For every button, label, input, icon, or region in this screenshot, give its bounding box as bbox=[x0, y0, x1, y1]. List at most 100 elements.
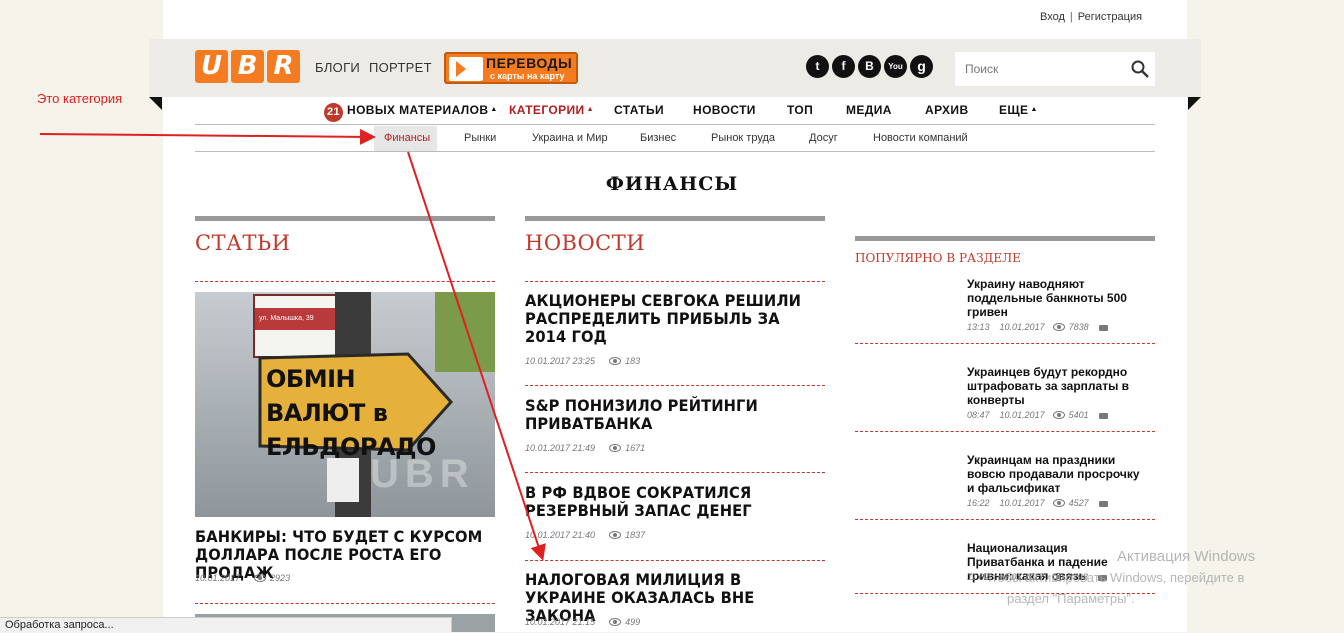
popular-heading: ПОПУЛЯРНО В РАЗДЕЛЕ bbox=[855, 251, 1021, 265]
eye-icon bbox=[609, 444, 622, 452]
login-link[interactable]: Вход bbox=[1040, 11, 1065, 23]
news-title[interactable]: АКЦИОНЕРЫ СЕВГОКА РЕШИЛИ РАСПРЕДЕЛИТЬ ПР… bbox=[525, 292, 815, 346]
search-input[interactable] bbox=[955, 52, 1135, 86]
comment-icon bbox=[1098, 325, 1108, 331]
eye-icon bbox=[1052, 323, 1065, 331]
nav-top[interactable]: ТОП bbox=[787, 103, 813, 117]
eye-icon bbox=[1052, 411, 1065, 419]
popular-views: 4527 bbox=[1068, 498, 1089, 508]
news-views: 1671 bbox=[625, 443, 646, 453]
watermark-line: Активация Windows bbox=[1117, 548, 1256, 565]
twitter-icon[interactable]: t bbox=[806, 55, 829, 78]
subnav-item-ukraine-world[interactable]: Украина и Мир bbox=[532, 132, 608, 144]
caret-up-icon: ▲ bbox=[586, 106, 594, 113]
nav-archive[interactable]: АРХИВ bbox=[925, 103, 969, 117]
news-views: 183 bbox=[625, 356, 641, 366]
image-plate bbox=[327, 458, 359, 502]
nav-new-label: НОВЫХ МАТЕРИАЛОВ bbox=[347, 103, 489, 117]
watermark-line: Чтобы активировать Windows, перейдите в bbox=[983, 570, 1245, 585]
nav-label: КАТЕГОРИИ bbox=[509, 103, 585, 117]
search-box bbox=[955, 52, 1155, 86]
article-meta: 10.01.2017 2923 bbox=[195, 573, 290, 583]
divider bbox=[195, 281, 495, 282]
windows-activation-watermark: Активация Windows Чтобы активировать Win… bbox=[983, 546, 1256, 609]
eye-icon bbox=[254, 574, 267, 582]
nav-label: ЕЩЕ bbox=[999, 103, 1029, 117]
popular-top-bar bbox=[855, 236, 1155, 241]
subnav-item-leisure[interactable]: Досуг bbox=[809, 132, 838, 144]
facebook-icon[interactable]: f bbox=[832, 55, 855, 78]
annotation-label: Это категория bbox=[37, 91, 123, 106]
nav-news[interactable]: НОВОСТИ bbox=[693, 103, 756, 117]
image-watermark: UBR bbox=[370, 452, 475, 496]
subnav-divider bbox=[195, 151, 1155, 152]
divider bbox=[525, 281, 825, 282]
browser-status-bar: Обработка запроса... bbox=[0, 617, 452, 632]
subnav-item-business[interactable]: Бизнес bbox=[640, 132, 676, 144]
articles-top-bar bbox=[195, 216, 495, 221]
divider bbox=[195, 603, 495, 604]
subnav-item-labor-market[interactable]: Рынок труда bbox=[711, 132, 775, 144]
vkontakte-icon[interactable]: B bbox=[858, 55, 881, 78]
divider bbox=[525, 560, 825, 561]
news-meta: 10.01.2017 23:25 183 bbox=[525, 356, 640, 366]
promo-title: ПЕРЕВОДЫ bbox=[486, 55, 573, 71]
article-views: 2923 bbox=[270, 573, 291, 583]
articles-heading[interactable]: СТАТЬИ bbox=[195, 231, 290, 255]
logo-letter: B bbox=[231, 50, 264, 83]
search-icon[interactable] bbox=[1131, 60, 1149, 78]
subnav-item-finance[interactable]: Финансы bbox=[384, 132, 430, 144]
eye-icon bbox=[1052, 499, 1065, 507]
google-icon[interactable]: g bbox=[910, 55, 933, 78]
register-link[interactable]: Регистрация bbox=[1078, 11, 1142, 23]
image-street-text: ул. Малышка, 39 bbox=[259, 315, 314, 322]
popular-item-title[interactable]: Украину наводняют поддельные банкноты 50… bbox=[967, 277, 1142, 319]
image-street-sign: ул. Малышка, 39 bbox=[255, 308, 335, 330]
comment-icon bbox=[1098, 413, 1108, 419]
nav-articles[interactable]: СТАТЬИ bbox=[614, 103, 664, 117]
news-date: 10.01.2017 21:15 bbox=[525, 617, 596, 627]
section-title: ФИНАНСЫ bbox=[605, 173, 739, 195]
logo-letter: U bbox=[195, 50, 228, 83]
subnav-item-markets[interactable]: Рынки bbox=[464, 132, 496, 144]
subnav-item-company-news[interactable]: Новости компаний bbox=[873, 132, 968, 144]
article-image[interactable]: ул. Малышка, 39 ОБМІН ВАЛЮТ в ЕЛЬДОРАДО … bbox=[195, 292, 495, 517]
caret-up-icon: ▲ bbox=[490, 106, 498, 113]
news-title[interactable]: В РФ ВДВОЕ СОКРАТИЛСЯ РЕЗЕРВНЫЙ ЗАПАС ДЕ… bbox=[525, 484, 815, 520]
news-date: 10.01.2017 23:25 bbox=[525, 356, 596, 366]
popular-item-title[interactable]: Украинцам на праздники вовсю продавали п… bbox=[967, 453, 1142, 495]
popular-item-title[interactable]: Украинцев будут рекордно штрафовать за з… bbox=[967, 365, 1142, 407]
popular-item-meta: 16:22 10.01.2017 4527 bbox=[967, 498, 1108, 508]
header-fold-left bbox=[149, 97, 162, 110]
nav-categories[interactable]: КАТЕГОРИИ ▲ bbox=[509, 103, 594, 117]
exchange-sign: ОБМІН ВАЛЮТ в ЕЛЬДОРАДО bbox=[258, 352, 453, 461]
divider bbox=[855, 343, 1155, 344]
news-heading[interactable]: НОВОСТИ bbox=[525, 231, 645, 255]
popular-time: 08:47 bbox=[967, 410, 990, 420]
ubr-logo[interactable]: U B R bbox=[195, 50, 300, 83]
divider bbox=[525, 385, 825, 386]
popular-date: 10.01.2017 bbox=[999, 498, 1045, 508]
butterfly-icon bbox=[449, 57, 483, 81]
divider bbox=[525, 472, 825, 473]
site-header: U B R БЛОГИ ПОРТРЕТ ПЕРЕВОДЫ с карты на … bbox=[149, 39, 1201, 97]
nav-more[interactable]: ЕЩЕ ▲ bbox=[999, 103, 1038, 117]
blogs-link[interactable]: БЛОГИ bbox=[315, 60, 360, 75]
caret-up-icon: ▲ bbox=[1030, 106, 1038, 113]
news-title[interactable]: S&P ПОНИЗИЛО РЕЙТИНГИ ПРИВАТБАНКА bbox=[525, 397, 815, 433]
article-date: 10.01.2017 bbox=[195, 573, 241, 583]
popular-time: 16:22 bbox=[967, 498, 990, 508]
nav-new-materials[interactable]: 21 НОВЫХ МАТЕРИАЛОВ ▲ bbox=[324, 103, 498, 122]
new-count-badge: 21 bbox=[324, 103, 343, 122]
news-meta: 10.01.2017 21:49 1671 bbox=[525, 443, 645, 453]
popular-item-meta: 13:13 10.01.2017 7838 bbox=[967, 322, 1108, 332]
news-date: 10.01.2017 21:40 bbox=[525, 530, 596, 540]
promo-transfers-banner[interactable]: ПЕРЕВОДЫ с карты на карту bbox=[444, 52, 578, 84]
news-top-bar bbox=[525, 216, 825, 221]
nav-media[interactable]: МЕДИА bbox=[846, 103, 892, 117]
eye-icon bbox=[609, 357, 622, 365]
portrait-link[interactable]: ПОРТРЕТ bbox=[369, 60, 432, 75]
news-views: 1837 bbox=[625, 530, 646, 540]
popular-views: 5401 bbox=[1068, 410, 1089, 420]
youtube-icon[interactable]: You bbox=[884, 55, 907, 78]
